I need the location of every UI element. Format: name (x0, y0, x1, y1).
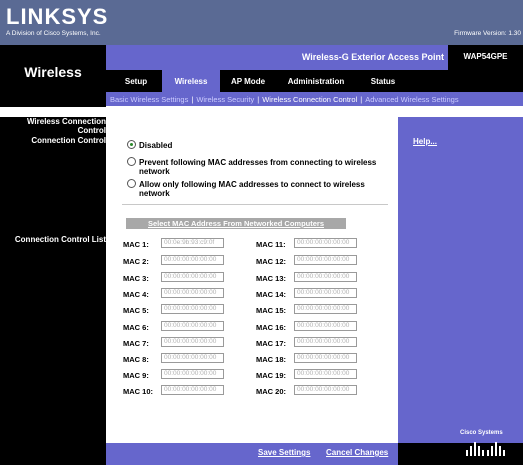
product-name: Wireless-G Exterior Access Point (301, 52, 444, 62)
mac-label: MAC 1: (123, 240, 149, 249)
mac-input[interactable]: 00:00:00:00:00:00 (294, 238, 357, 248)
mac-input[interactable]: 00:00:00:00:00:00 (161, 337, 224, 347)
subtab-separator: | (257, 95, 260, 104)
left-column (0, 117, 106, 443)
mac-input[interactable]: 00:00:00:00:00:00 (294, 288, 357, 298)
mac-input[interactable]: 00:00:00:00:00:00 (161, 304, 224, 314)
save-settings-button[interactable]: Save Settings (258, 448, 310, 457)
mac-label: MAC 7: (123, 339, 149, 348)
radio-disabled-label: Disabled (139, 141, 173, 150)
mac-label: MAC 16: (256, 323, 287, 332)
mac-label: MAC 11: (256, 240, 286, 249)
mac-label: MAC 17: (256, 339, 287, 348)
tab-administration[interactable]: Administration (282, 77, 350, 86)
subtab-advanced-wireless-settings[interactable]: Advanced Wireless Settings (365, 95, 458, 104)
mac-input[interactable]: 00:00:00:00:00:00 (294, 321, 357, 331)
footer-left (0, 443, 106, 465)
mac-input[interactable]: 00:00:00:00:00:00 (161, 353, 224, 363)
mac-input[interactable]: 00:00:00:00:00:00 (294, 369, 357, 379)
mac-input[interactable]: 00:00:00:00:00:00 (161, 288, 224, 298)
mac-label: MAC 5: (123, 306, 149, 315)
linksys-logo: LINKSYS (6, 4, 109, 29)
mac-label: MAC 10: (123, 387, 154, 396)
mac-input[interactable]: 00:00:00:00:00:00 (294, 385, 357, 395)
mac-input[interactable]: 00:00:00:00:00:00 (161, 272, 224, 282)
radio-prevent[interactable] (127, 157, 136, 166)
radio-allow[interactable] (127, 179, 136, 188)
left-heading-line2: Control (77, 126, 106, 135)
radio-disabled[interactable] (127, 140, 136, 149)
mac-label: MAC 2: (123, 257, 149, 266)
mac-input[interactable]: 00:00:00:00:00:00 (161, 255, 224, 265)
mac-label: MAC 13: (256, 274, 287, 283)
select-mac-button[interactable]: Select MAC Address From Networked Comput… (126, 218, 346, 229)
mac-label: MAC 3: (123, 274, 149, 283)
mac-label: MAC 9: (123, 371, 149, 380)
firmware-version: Firmware Version: 1.30 (454, 30, 521, 37)
help-column (398, 117, 523, 443)
mac-input[interactable]: 00:00:00:00:00:00 (161, 321, 224, 331)
subtab-separator: | (360, 95, 363, 104)
mac-input[interactable]: 00:00:00:00:00:00 (294, 353, 357, 363)
cancel-changes-button[interactable]: Cancel Changes (326, 448, 388, 457)
section-title: Wireless (24, 64, 82, 80)
tab-ap-mode[interactable]: AP Mode (224, 77, 272, 86)
help-link[interactable]: Help... (413, 137, 437, 146)
radio-prevent-label-2: network (139, 167, 170, 176)
cisco-bars-icon (466, 442, 505, 456)
mac-input[interactable]: 00:0e:9b:93:c9:0f (161, 238, 224, 248)
connection-control-list-label: Connection Control List (14, 235, 106, 244)
radio-allow-label-2: network (139, 189, 170, 198)
mac-input[interactable]: 00:00:00:00:00:00 (294, 272, 357, 282)
mac-label: MAC 20: (256, 387, 287, 396)
mac-label: MAC 8: (123, 355, 149, 364)
model-name: WAP54GPE (463, 52, 508, 61)
mac-label: MAC 6: (123, 323, 149, 332)
mac-label: MAC 18: (256, 355, 287, 364)
subtab-wireless-connection-control[interactable]: Wireless Connection Control (262, 95, 357, 104)
subtab-basic-wireless-settings[interactable]: Basic Wireless Settings (110, 95, 188, 104)
subtab-wireless-security[interactable]: Wireless Security (196, 95, 254, 104)
mac-input[interactable]: 00:00:00:00:00:00 (161, 385, 224, 395)
sub-tabs: Basic Wireless Settings | Wireless Securit… (110, 95, 459, 104)
mac-label: MAC 19: (256, 371, 287, 380)
mac-input[interactable]: 00:00:00:00:00:00 (294, 255, 357, 265)
left-heading-line1: Wireless Connection (26, 117, 106, 126)
cisco-logo-text: Cisco Systems (460, 430, 503, 436)
radio-prevent-label: Prevent following MAC addresses from con… (139, 158, 377, 167)
mac-label: MAC 14: (256, 290, 287, 299)
mac-label: MAC 12: (256, 257, 287, 266)
mac-input[interactable]: 00:00:00:00:00:00 (294, 304, 357, 314)
tab-status[interactable]: Status (360, 77, 406, 86)
logo-subtitle: A Division of Cisco Systems, Inc. (6, 30, 101, 37)
mac-label: MAC 4: (123, 290, 149, 299)
radio-allow-label: Allow only following MAC addresses to co… (139, 180, 365, 189)
divider (122, 204, 388, 205)
mac-input[interactable]: 00:00:00:00:00:00 (161, 369, 224, 379)
tab-setup[interactable]: Setup (116, 77, 156, 86)
mac-input[interactable]: 00:00:00:00:00:00 (294, 337, 357, 347)
connection-control-label: Connection Control (31, 136, 106, 145)
tab-wireless[interactable]: Wireless (162, 77, 220, 86)
mac-label: MAC 15: (256, 306, 287, 315)
